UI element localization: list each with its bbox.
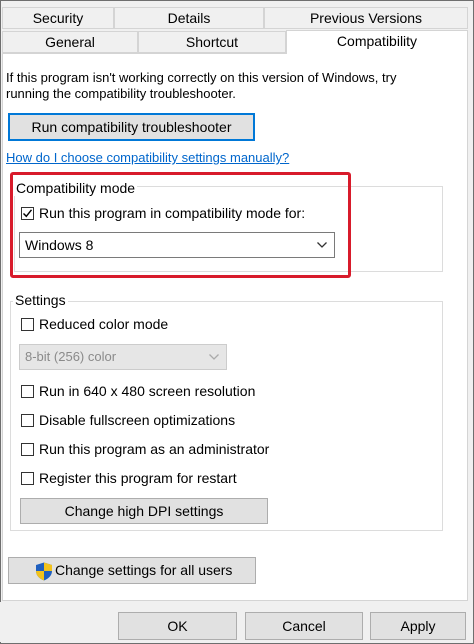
tab-security[interactable]: Security (2, 7, 114, 29)
help-link[interactable]: How do I choose compatibility settings m… (6, 150, 289, 165)
intro-text-line-1: If this program isn't working correctly … (6, 70, 397, 85)
intro-text: If this program isn't working correctly … (6, 70, 461, 102)
tab-general[interactable]: General (2, 31, 138, 53)
tab-previous-versions[interactable]: Previous Versions (264, 7, 468, 29)
compatibility-tab-page: If this program isn't working correctly … (2, 53, 468, 601)
intro-text-line-2: running the compatibility troubleshooter… (6, 86, 236, 101)
run-troubleshooter-button[interactable]: Run compatibility troubleshooter (8, 113, 255, 141)
tab-details[interactable]: Details (114, 7, 264, 29)
res-640-checkbox[interactable] (21, 385, 34, 398)
change-all-users-button[interactable]: Change settings for all users (8, 557, 256, 584)
ok-button[interactable]: OK (118, 612, 237, 640)
register-restart-checkbox[interactable] (21, 472, 34, 485)
run-as-admin-checkbox[interactable] (21, 443, 34, 456)
res-640-label[interactable]: Run in 640 x 480 screen resolution (39, 383, 255, 399)
color-depth-value: 8-bit (256) color (25, 349, 117, 364)
apply-button[interactable]: Apply (370, 612, 466, 640)
settings-label: Settings (13, 292, 68, 308)
dialog-footer: OK Cancel Apply (0, 602, 472, 642)
fullscreen-opt-checkbox[interactable] (21, 414, 34, 427)
tab-compatibility[interactable]: Compatibility (286, 30, 468, 54)
change-all-users-label: Change settings for all users (55, 562, 233, 578)
tab-shortcut[interactable]: Shortcut (138, 31, 286, 53)
cancel-button[interactable]: Cancel (245, 612, 363, 640)
color-depth-select: 8-bit (256) color (19, 344, 227, 370)
run-as-admin-label[interactable]: Run this program as an administrator (39, 441, 269, 457)
change-dpi-button[interactable]: Change high DPI settings (20, 498, 268, 524)
compatibility-mode-highlight-box (10, 172, 351, 278)
reduced-color-checkbox[interactable] (21, 318, 34, 331)
chevron-down-icon (208, 345, 220, 377)
reduced-color-label[interactable]: Reduced color mode (39, 316, 168, 332)
uac-shield-icon (35, 562, 53, 589)
register-restart-label[interactable]: Register this program for restart (39, 470, 237, 486)
fullscreen-opt-label[interactable]: Disable fullscreen optimizations (39, 412, 235, 428)
